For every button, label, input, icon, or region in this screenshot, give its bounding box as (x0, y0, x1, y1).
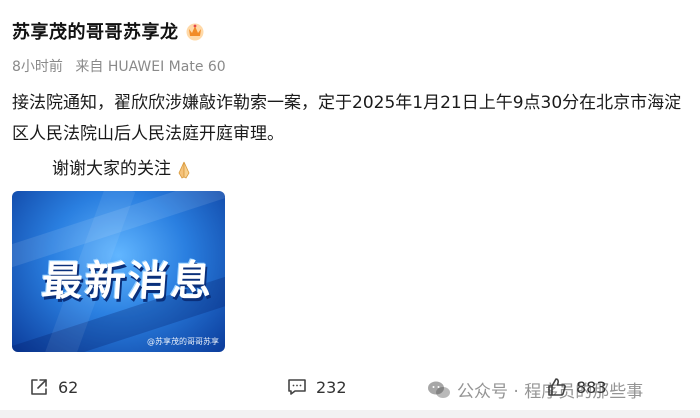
post-source: 来自 HUAWEI Mate 60 (75, 59, 226, 75)
wechat-watermark: 公众号 · 程序员的那些事 (427, 377, 643, 402)
share-count: 62 (58, 377, 79, 397)
post-image[interactable]: 最新消息 @苏享茂的哥哥苏享 (12, 191, 225, 352)
wechat-icon (428, 381, 450, 398)
image-headline: 最新消息 (40, 257, 216, 305)
share-button[interactable]: 62 (28, 376, 78, 398)
post-meta: 8小时前 来自 HUAWEI Mate 60 (12, 56, 226, 76)
post-paragraph: 接法院通知，翟欣欣涉嫌敲诈勒索一案，定于2025年1月21日上午9点30分在北京… (12, 93, 682, 144)
section-divider (0, 410, 700, 418)
crown-icon (185, 21, 205, 41)
post-thanks-text: 谢谢大家的关注 (52, 159, 171, 179)
post-header: 苏享茂的哥哥苏享龙 (12, 18, 205, 44)
post-thanks-line: 谢谢大家的关注 (12, 154, 696, 185)
post-body: 接法院通知，翟欣欣涉嫌敲诈勒索一案，定于2025年1月21日上午9点30分在北京… (12, 88, 696, 185)
share-icon (31, 379, 47, 395)
image-watermark: @苏享茂的哥哥苏享 (147, 337, 219, 346)
comment-button[interactable]: 232 (286, 376, 347, 398)
post-time: 8小时前 (12, 59, 63, 75)
watermark-text: 公众号 · 程序员的那些事 (457, 382, 644, 402)
pray-hands-icon (173, 159, 195, 181)
comment-icon (288, 379, 306, 395)
author-name[interactable]: 苏享茂的哥哥苏享龙 (12, 18, 179, 44)
comment-count: 232 (316, 377, 347, 397)
